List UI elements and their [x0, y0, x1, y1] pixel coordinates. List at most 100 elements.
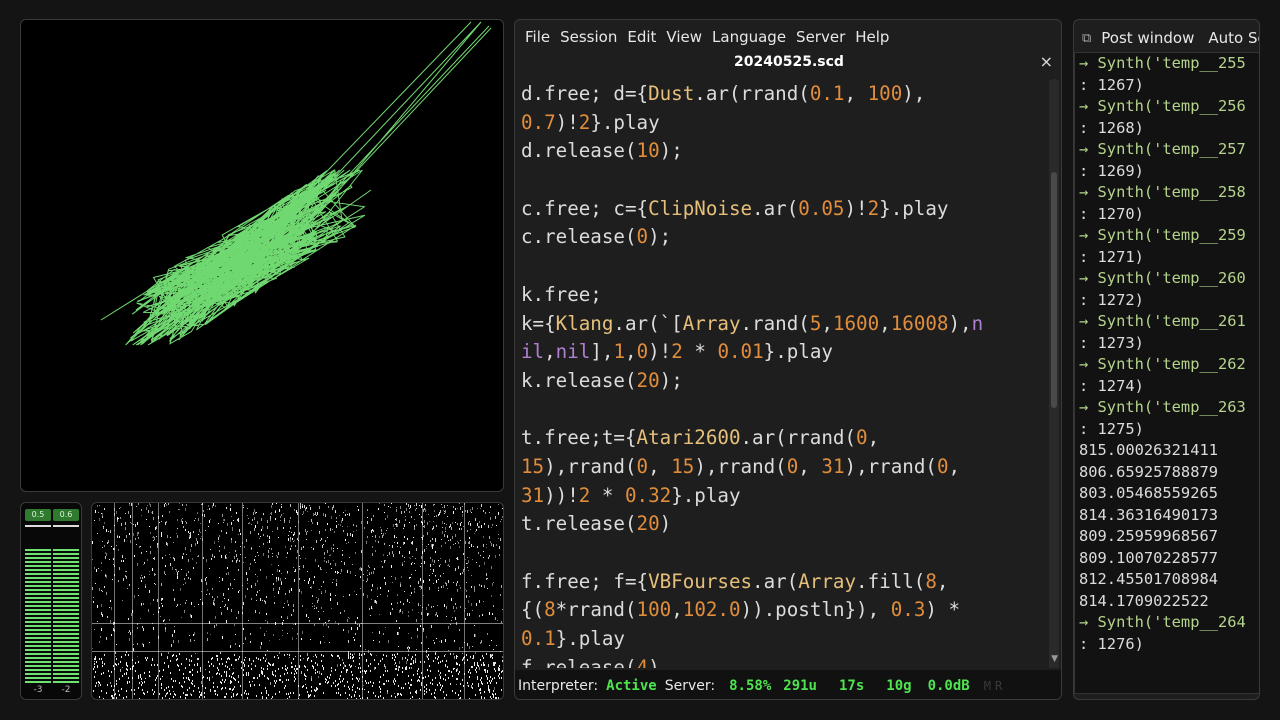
post-window-output[interactable]: → Synth('temp__255: 1267) → Synth('temp__…	[1074, 52, 1259, 694]
post-line: → Synth('temp__258	[1079, 183, 1246, 201]
level-bar	[25, 549, 51, 683]
code-token: 0	[636, 225, 649, 249]
scroll-down-icon[interactable]: ▼	[1051, 654, 1058, 664]
code-token: 0	[636, 340, 649, 364]
post-line: 814.1709022522	[1079, 591, 1209, 610]
post-line: 814.36316490173	[1079, 505, 1218, 524]
post-line: : 1276)	[1079, 634, 1144, 653]
editor-scrollbar[interactable]	[1049, 80, 1059, 668]
code-token: 0.05	[798, 196, 845, 220]
post-window-title: Post window	[1101, 29, 1195, 47]
post-line: : 1270)	[1079, 204, 1144, 223]
menu-item-edit[interactable]: Edit	[627, 25, 656, 49]
server-synths[interactable]: 17s	[839, 678, 864, 694]
dock-handle-icon[interactable]: ⧉	[1082, 31, 1091, 46]
meter-label: -3	[33, 685, 43, 695]
code-token: Atari2600	[636, 426, 741, 450]
document-tab-title[interactable]: 20240525.scd	[515, 54, 1061, 70]
code-token: }.play	[879, 196, 949, 220]
code-token: 20	[636, 368, 660, 392]
code-token: ),rrand(	[844, 454, 937, 478]
server-cpu[interactable]: 8.58%	[729, 678, 771, 694]
interpreter-state[interactable]: Active	[606, 678, 657, 694]
code-token: t.free;t={	[521, 426, 637, 450]
code-token: 2	[578, 110, 591, 134]
scrollbar-thumb[interactable]	[1051, 172, 1057, 408]
post-line: → Synth('temp__262	[1079, 355, 1246, 373]
spectrogram-view	[91, 502, 504, 700]
post-line: → Synth('temp__260	[1079, 269, 1246, 287]
code-token: Array	[798, 569, 857, 593]
code-token: )!	[555, 110, 579, 134]
code-token: 15	[671, 454, 695, 478]
menu-item-session[interactable]: Session	[560, 25, 617, 49]
post-line: : 1274)	[1079, 376, 1144, 395]
post-line: : 1272)	[1079, 290, 1144, 309]
code-token: )!	[648, 340, 672, 364]
code-line: 31))!2 * 0.32}.play	[521, 482, 1051, 511]
code-token: );	[648, 225, 672, 249]
menu-item-file[interactable]: File	[525, 25, 550, 49]
post-line: 809.10070228577	[1079, 548, 1218, 567]
code-token: 15	[521, 454, 545, 478]
code-token: 4	[636, 655, 649, 668]
code-token: ) *	[925, 598, 961, 622]
post-line: : 1273)	[1079, 333, 1144, 352]
server-volume[interactable]: 0.0dB	[928, 678, 970, 694]
server-ugens[interactable]: 291u	[783, 678, 817, 694]
menu-item-help[interactable]: Help	[855, 25, 889, 49]
code-token: 0.1	[521, 627, 556, 651]
code-token: 31	[821, 454, 845, 478]
post-line: : 1268)	[1079, 118, 1144, 137]
menu-item-view[interactable]: View	[666, 25, 702, 49]
peak-readout: 0.6	[53, 509, 79, 521]
code-token: k={	[521, 311, 556, 335]
code-token: ,	[671, 598, 683, 622]
close-tab-icon[interactable]: ×	[1040, 52, 1053, 71]
post-line: → Synth('temp__256	[1079, 97, 1246, 115]
server-label: Server:	[664, 677, 716, 694]
post-line: 815.00026321411	[1079, 441, 1218, 459]
code-token: .ar(rrand(	[740, 426, 857, 450]
code-token: 2	[578, 483, 591, 507]
server-groups[interactable]: 10g	[886, 678, 911, 694]
code-token: 0	[636, 454, 649, 478]
code-token: n	[971, 311, 984, 335]
code-line: f.release(4)	[521, 654, 1051, 668]
code-token: 100	[636, 598, 672, 622]
code-token: 31	[521, 483, 545, 507]
code-token: d.free; d={	[521, 82, 649, 105]
peak-hold-line	[25, 525, 51, 527]
post-line: 803.05468559265	[1079, 484, 1218, 502]
code-token: );	[659, 368, 683, 392]
code-token: )	[648, 655, 660, 668]
code-text-area[interactable]: d.free; d={Dust.ar(rrand(0.1, 100), 0.7)!…	[521, 80, 1051, 668]
code-token: ,	[798, 454, 822, 478]
peak-readout: 0.5	[25, 509, 51, 521]
code-token: Array	[682, 311, 741, 335]
record-indicator[interactable]: R	[995, 679, 1002, 693]
code-token: 1	[613, 340, 625, 364]
post-line: → Synth('temp__257	[1079, 140, 1246, 158]
post-line: : 1271)	[1079, 247, 1144, 266]
level-meter: 0.5 -3 0.6 -2	[20, 502, 82, 700]
code-token: )	[659, 512, 672, 536]
code-token: Dust	[648, 82, 695, 105]
code-token: }.play	[763, 340, 833, 364]
code-token: *	[682, 340, 718, 364]
code-token: ),	[902, 82, 926, 105]
code-token: }.play	[555, 627, 625, 651]
code-token: ,	[948, 454, 961, 478]
code-line: 15),rrand(0, 15),rrand(0, 31),rrand(0,	[521, 453, 1051, 482]
menu-item-server[interactable]: Server	[796, 25, 845, 49]
code-token: 0	[936, 454, 949, 478]
menu-item-language[interactable]: Language	[712, 25, 786, 49]
code-token: )!	[844, 196, 868, 220]
scope-view	[20, 19, 504, 492]
code-token: 0.01	[717, 340, 764, 364]
code-token: );	[659, 139, 683, 163]
code-token: 16008	[890, 311, 949, 335]
mute-indicator[interactable]: M	[984, 679, 991, 693]
code-line: 0.7)!2}.play	[521, 109, 1051, 138]
auto-scroll-toggle[interactable]: Auto Scroll	[1208, 29, 1259, 47]
